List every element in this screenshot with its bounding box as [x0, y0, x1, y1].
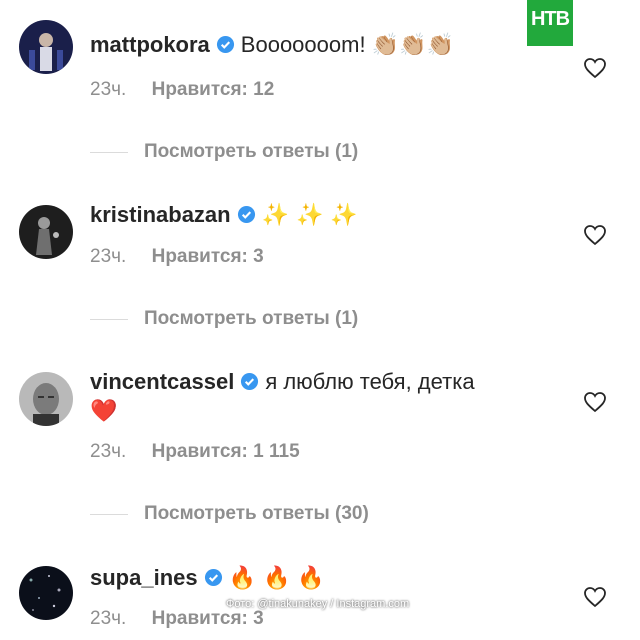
view-replies-label: Посмотреть ответы (30) — [144, 503, 369, 524]
verified-badge-icon — [237, 205, 256, 224]
comment-line: vincentcassel я люблю тебя, детка — [90, 367, 475, 397]
timestamp[interactable]: 23ч. — [90, 608, 126, 629]
like-heart-icon[interactable] — [583, 391, 607, 413]
like-heart-icon[interactable] — [583, 586, 607, 608]
comment-text: я люблю тебя, детка — [265, 369, 475, 394]
comment-line-2: ❤️ — [90, 396, 117, 427]
likes-count[interactable]: Нравится: 1 115 — [152, 441, 300, 462]
verified-badge-icon — [240, 372, 259, 391]
comment-line: kristinabazan ✨ ✨ ✨ — [90, 200, 358, 231]
divider — [90, 151, 128, 153]
comment-item: supa_ines 🔥 🔥 🔥 23ч. Нравится: 3 — [0, 0, 640, 629]
comment-emoji: ❤️ — [90, 399, 118, 424]
username-link[interactable]: kristinabazan — [90, 202, 231, 227]
timestamp[interactable]: 23ч. — [90, 246, 126, 267]
view-replies-button[interactable]: Посмотреть ответы (1) — [90, 308, 358, 332]
comment-meta: 23ч. Нравится: 3 — [90, 246, 264, 268]
comment-line: supa_ines 🔥 🔥 🔥 — [90, 563, 325, 594]
likes-count[interactable]: Нравится: 3 — [152, 246, 264, 267]
view-replies-button[interactable]: Посмотреть ответы (30) — [90, 503, 369, 527]
username-link[interactable]: vincentcassel — [90, 369, 234, 394]
avatar[interactable] — [19, 205, 73, 259]
avatar[interactable] — [19, 566, 73, 620]
comment-emoji: ✨ ✨ ✨ — [261, 203, 358, 228]
photo-credit-watermark: Фото: @tinakunakey / Instagram.com — [226, 598, 410, 610]
comment-emoji: 🔥 🔥 🔥 — [228, 566, 325, 591]
likes-count[interactable]: Нравится: 3 — [152, 608, 264, 629]
comment-meta: 23ч. Нравится: 3 — [90, 608, 264, 630]
view-replies-label: Посмотреть ответы (1) — [144, 308, 359, 329]
divider — [90, 513, 128, 515]
like-heart-icon[interactable] — [583, 224, 607, 246]
timestamp[interactable]: 23ч. — [90, 441, 126, 462]
verified-badge-icon — [204, 568, 223, 587]
comment-meta: 23ч. Нравится: 1 115 — [90, 441, 300, 463]
view-replies-button[interactable]: Посмотреть ответы (1) — [90, 141, 358, 165]
avatar[interactable] — [19, 372, 73, 426]
divider — [90, 318, 128, 320]
view-replies-label: Посмотреть ответы (1) — [144, 141, 359, 162]
username-link[interactable]: supa_ines — [90, 565, 198, 590]
